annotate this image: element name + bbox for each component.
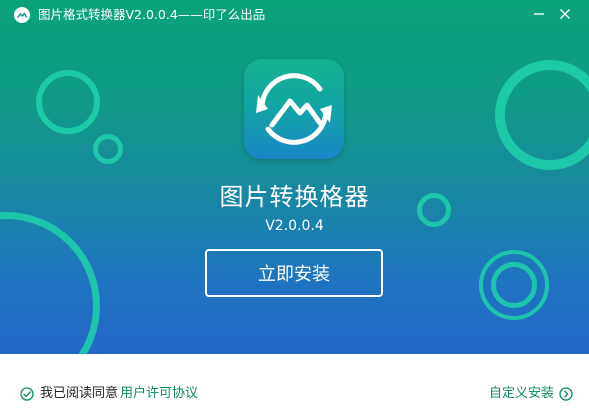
app-version: V2.0.0.4: [265, 218, 324, 234]
check-circle-icon[interactable]: [20, 387, 34, 401]
window-title: 图片格式转换器V2.0.0.4——印了么出品: [38, 7, 266, 22]
custom-install-label: 自定义安装: [488, 386, 554, 401]
custom-install-button[interactable]: 自定义安装: [489, 385, 573, 403]
license-agreement: 我已阅读同意 用户许可协议: [20, 385, 198, 403]
close-icon: [560, 9, 570, 19]
decor-ring-right-bottom-inner: [491, 262, 537, 308]
license-link[interactable]: 用户许可协议: [120, 385, 198, 403]
refresh-mountain-icon: [256, 73, 332, 145]
minimize-icon: [534, 13, 544, 15]
installer-footer: 我已阅读同意 用户许可协议 自定义安装: [0, 354, 589, 418]
decor-ring-left-small: [93, 134, 123, 164]
agree-text: 我已阅读同意: [40, 386, 119, 401]
app-icon: [244, 59, 344, 159]
decor-ring-right-large: [495, 60, 589, 170]
title-bar: 图片格式转换器V2.0.0.4——印了么出品: [0, 0, 589, 30]
close-button[interactable]: [552, 2, 578, 26]
install-now-button[interactable]: 立即安装: [205, 249, 383, 297]
minimize-button[interactable]: [526, 2, 552, 26]
app-name: 图片转换格器: [219, 183, 370, 211]
decor-ring-left-large: [36, 70, 100, 134]
chevron-right-circle-icon: [559, 387, 573, 401]
installer-hero: 图片格式转换器V2.0.0.4——印了么出品 图片转换格器 V2.0.0.4 立…: [0, 0, 589, 354]
app-logo-icon: [14, 7, 30, 23]
